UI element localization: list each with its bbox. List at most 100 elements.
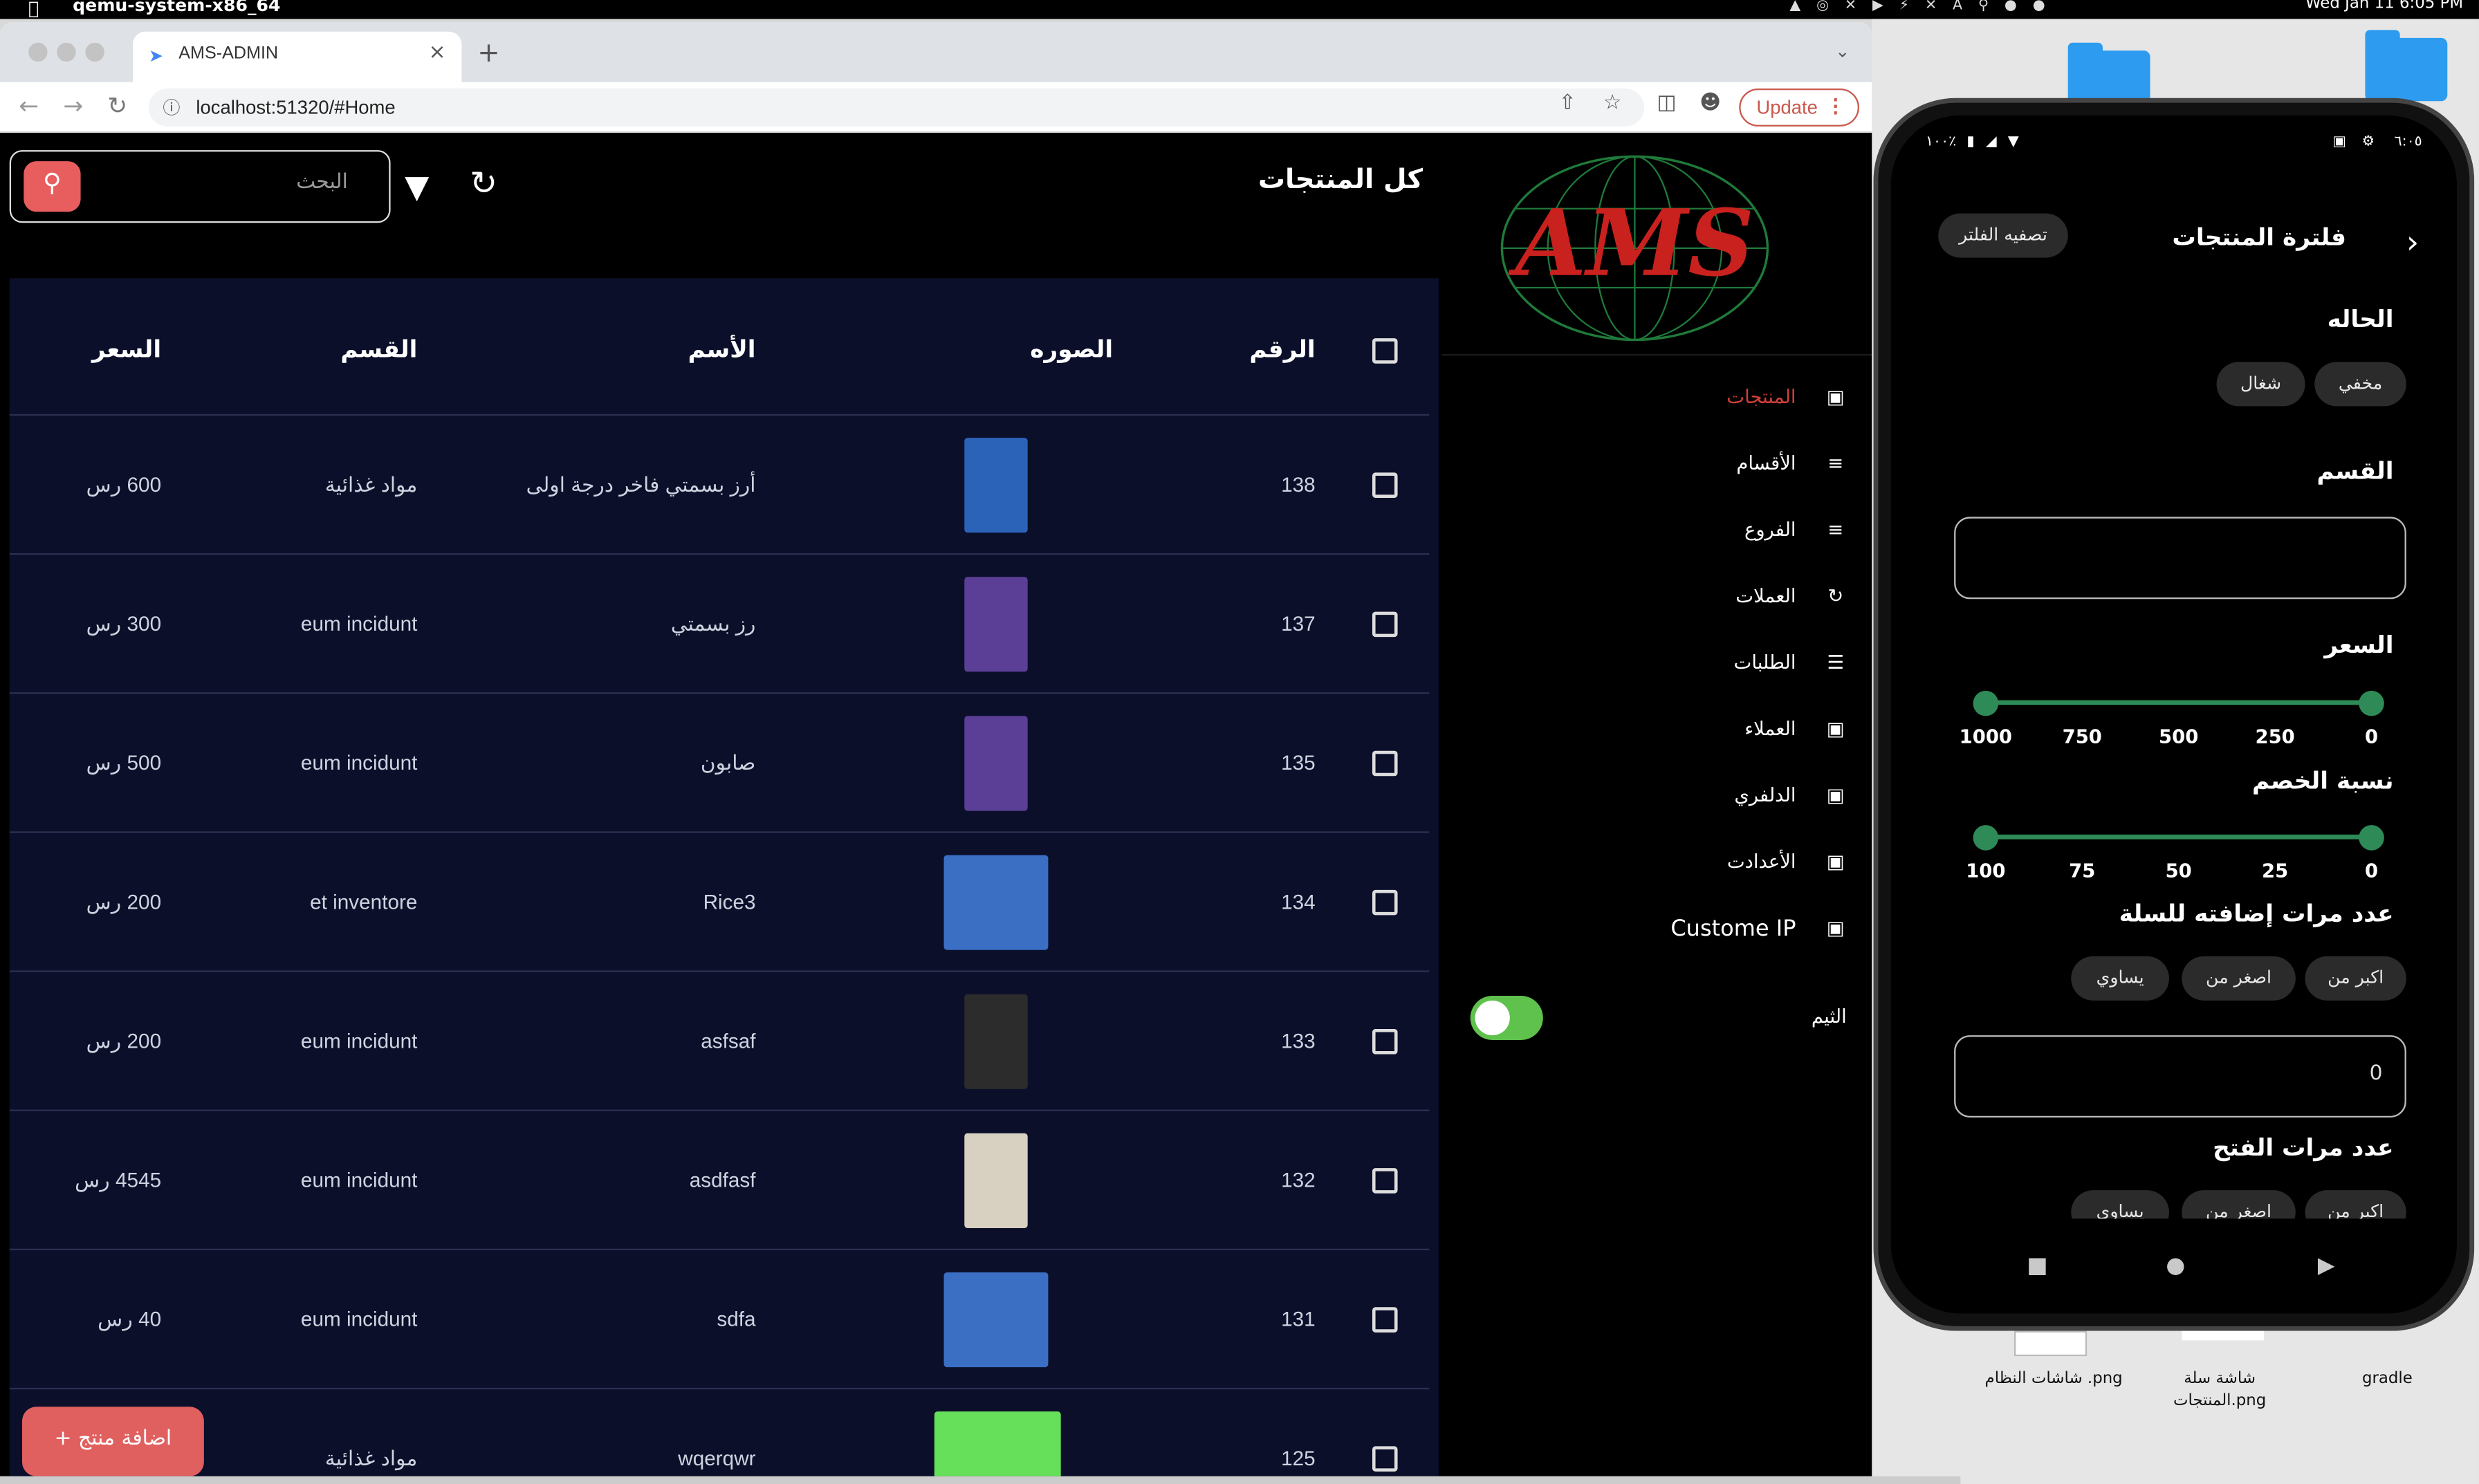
cell-name: asfsaf [701,1028,756,1053]
select-all-checkbox[interactable] [1372,338,1398,364]
sliders-icon: ≡ [1827,518,1844,541]
price-slider-track[interactable] [1985,700,2372,705]
cell-number: 134 [1281,889,1316,914]
category-input[interactable] [1954,517,2406,600]
row-checkbox[interactable] [1372,1307,1398,1333]
browser-tab[interactable]: ➤ AMS-ADMIN × [132,31,462,82]
price-slider-max-handle[interactable] [2359,690,2384,716]
opens-less-than-chip[interactable]: اصغر من [2182,1190,2296,1219]
side-panel-icon[interactable]: ◫ [1657,92,1676,115]
back-icon[interactable]: ← [19,92,39,120]
chevron-down-icon[interactable]: ⌄ [1835,41,1850,62]
main-content: ⚲ البحث ▼ ↻ كل المنتجات الرقم الصوره الأ… [0,132,1442,1476]
folder-icon[interactable] [2365,30,2448,102]
opens-equals-chip[interactable]: يساوي [2071,1190,2169,1219]
search-button[interactable]: ⚲ [24,161,81,212]
row-checkbox[interactable] [1372,750,1398,777]
status-active-chip[interactable]: شغال [2216,362,2305,407]
close-window-button[interactable] [28,42,48,62]
cart-count-input[interactable]: 0 [1954,1035,2406,1117]
cell-category: eum incidunt [300,750,418,775]
header-number[interactable]: الرقم [1249,335,1315,364]
row-checkbox[interactable] [1372,1168,1398,1194]
ams-logo[interactable]: AMS [1499,151,1771,344]
header-price[interactable]: السعر [92,335,161,364]
price-tick: 250 [2255,725,2295,748]
logo-text: AMS [1508,190,1754,297]
price-tick: 1000 [1959,725,2013,748]
info-icon[interactable]: ⓘ [163,95,180,120]
file-thumbnail[interactable] [2013,1330,2088,1357]
desktop-file-label[interactable]: شاشة سلة المنتجات.png [2157,1369,2283,1413]
table-row[interactable]: 134 Rice3 et inventore 200 رس [9,833,1430,972]
kebab-menu-icon[interactable]: ⋮ [1826,95,1845,117]
table-row[interactable]: 125wqerqwrمواد غذائية500 رس [10,1389,1430,1476]
home-icon[interactable]: ● [2166,1254,2185,1279]
opens-greater-than-chip[interactable]: اكبر من [2305,1190,2406,1219]
add-product-button[interactable]: + اضافة منتج [21,1407,204,1476]
forward-icon[interactable]: → [63,92,83,120]
share-icon[interactable]: ⇧ [1559,92,1576,115]
phone-status-bar: ٦:٠٥ ⚙ ▣ ١٠٠٪ ▮ ◢ ▼ [1891,134,2457,160]
refresh-icon[interactable]: ↻ [470,165,497,203]
discount-slider-max-handle[interactable] [2359,825,2384,851]
filter-icon[interactable]: ▼ [405,167,429,205]
header-image[interactable]: الصوره [1030,335,1113,364]
recents-icon[interactable]: ■ [2027,1254,2047,1279]
product-thumbnail[interactable] [964,438,1028,533]
minimize-window-button[interactable] [57,42,76,62]
new-tab-icon[interactable]: + [477,38,500,70]
table-row[interactable]: 131 sdfa eum incidunt 40 رس [9,1250,1430,1390]
status-hidden-chip[interactable]: مخفي [2314,362,2406,407]
reload-icon[interactable]: ↻ [107,92,127,120]
battery-text: ١٠٠٪ [1925,134,1957,151]
discount-heading: نسبة الخصم [2252,766,2394,795]
apple-icon[interactable]:  [28,0,39,19]
active-app-name[interactable]: qemu-system-x86_64 [73,0,280,16]
chevron-right-icon[interactable]: › [2406,223,2419,261]
product-thumbnail[interactable] [964,1133,1028,1228]
address-bar[interactable]: ⓘ localhost:51320/#Home [148,88,1645,127]
discount-slider-min-handle[interactable] [1973,825,1999,851]
close-tab-icon[interactable]: × [429,41,446,64]
search-placeholder: البحث [296,170,348,195]
update-button[interactable]: Update ⋮ [1739,88,1859,127]
greater-than-chip[interactable]: اكبر من [2305,956,2406,1001]
product-thumbnail[interactable] [964,716,1028,811]
row-checkbox[interactable] [1372,889,1398,916]
clear-filter-button[interactable]: تصفيه الفلتر [1938,213,2068,258]
header-category[interactable]: القسم [340,335,417,364]
discount-slider-track[interactable] [1985,834,2372,840]
table-row[interactable]: 138 أرز بسمتي فاخر درجة اولى مواد غذائية 60… [9,416,1430,555]
desktop-file-label[interactable]: gradle [2346,1369,2429,1391]
table-row[interactable]: 132 asdfasf eum incidunt 4545 رس [9,1111,1430,1250]
less-than-chip[interactable]: اصغر من [2182,956,2296,1001]
file-thumbnail[interactable] [2182,1330,2265,1341]
row-checkbox[interactable] [1372,611,1398,638]
table-row[interactable]: 133 asfsaf eum incidunt 200 رس [9,972,1430,1111]
product-thumbnail[interactable] [943,1272,1049,1368]
profile-icon[interactable]: ☻ [1699,92,1721,115]
product-thumbnail[interactable] [934,1411,1061,1476]
clock[interactable]: Wed Jan 11 6:05 PM [2305,0,2463,12]
product-thumbnail[interactable] [964,577,1028,672]
table-row[interactable]: 137 رز بسمتي eum incidunt 300 رس [9,555,1430,694]
product-thumbnail[interactable] [964,994,1028,1089]
theme-toggle[interactable] [1470,995,1543,1040]
product-thumbnail[interactable] [943,855,1049,950]
row-checkbox[interactable] [1372,1028,1398,1055]
star-icon[interactable]: ☆ [1603,92,1622,115]
window-bottom-strip [0,1476,1961,1484]
sidebar-item-label: الطلبات [1733,651,1796,674]
zoom-window-button[interactable] [85,42,104,62]
back-triangle-icon[interactable]: ▶ [2318,1254,2335,1279]
header-name[interactable]: الأسم [688,335,756,364]
equals-chip[interactable]: يساوي [2071,956,2169,1001]
desktop-file-label[interactable]: شاشات النظام .png [1966,1369,2140,1391]
search-input[interactable]: ⚲ البحث [9,150,391,223]
price-slider-min-handle[interactable] [1973,690,1999,716]
row-checkbox[interactable] [1372,1446,1398,1472]
row-checkbox[interactable] [1372,472,1398,498]
status-icons[interactable]: ▲◎✕▶⚡✕A⚲●● [1789,0,2061,15]
table-row[interactable]: 135 صابون eum incidunt 500 رس [9,694,1430,833]
